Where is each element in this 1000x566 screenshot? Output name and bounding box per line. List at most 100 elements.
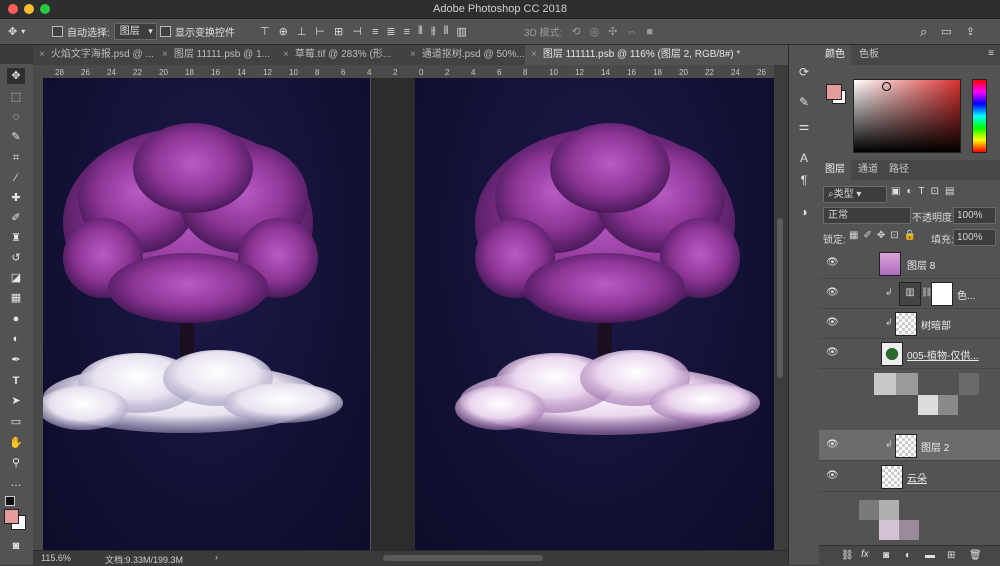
visibility-eye-icon[interactable]: 👁: [826, 317, 839, 328]
distribute-hcenter-icon[interactable]: ⫵: [431, 25, 436, 38]
3d-scale-icon[interactable]: ■: [646, 26, 653, 38]
3d-roll-icon[interactable]: ◎: [590, 25, 600, 38]
3d-pan-icon[interactable]: ✣: [608, 25, 617, 38]
3d-slide-icon[interactable]: ⇔: [626, 26, 637, 38]
paragraph-panel-icon[interactable]: ¶: [796, 173, 812, 189]
scrollbar-thumb[interactable]: [777, 218, 783, 378]
opacity-input[interactable]: 100%: [953, 207, 996, 224]
auto-align-icon[interactable]: ▥: [456, 25, 466, 38]
align-bottom-icon[interactable]: ⊥: [297, 25, 307, 38]
tab-layers[interactable]: 图层: [819, 160, 851, 180]
3d-rotate-icon[interactable]: ⟲: [571, 25, 580, 38]
tab-doc-active[interactable]: × 图层 111111.psb @ 116% (图层 2, RGB/8#) *: [525, 45, 794, 65]
tab-doc-4[interactable]: × 通道抠树.psd @ 50%...: [404, 45, 531, 65]
status-menu-icon[interactable]: ›: [215, 552, 218, 562]
delete-layer-icon[interactable]: 🗑: [969, 550, 982, 561]
distribute-bottom-icon[interactable]: ≡: [404, 26, 410, 38]
close-tab-icon[interactable]: ×: [410, 49, 416, 60]
path-select-tool-icon[interactable]: ➤: [7, 393, 25, 409]
move-tool-icon[interactable]: ✥: [7, 68, 25, 84]
search-icon[interactable]: ⌕: [920, 24, 927, 40]
blend-mode-dropdown[interactable]: 正常: [823, 207, 911, 224]
auto-select-option[interactable]: 自动选择: 图层: [52, 19, 157, 44]
share-icon[interactable]: ⇪: [966, 25, 975, 38]
crop-tool-icon[interactable]: ⌗: [7, 150, 25, 166]
layer-filter-icons[interactable]: ▣◐T⊡▤: [891, 186, 960, 197]
canvas-area[interactable]: [43, 78, 774, 550]
layer-row[interactable]: 👁 图层 8: [819, 248, 1000, 279]
quick-select-tool-icon[interactable]: ✎: [7, 129, 25, 145]
new-group-icon[interactable]: ▬: [925, 550, 935, 561]
lock-icons[interactable]: ▦✐✥⊡🔒: [849, 230, 921, 241]
quick-mask-icon[interactable]: ◙: [7, 538, 25, 554]
panel-menu-icon[interactable]: ≡: [988, 48, 994, 59]
link-layers-icon[interactable]: ⛓: [841, 550, 854, 561]
distribute-top-icon[interactable]: ≡: [372, 26, 378, 38]
tab-channels[interactable]: 通道: [852, 160, 884, 180]
distribute-right-icon[interactable]: ⫴: [444, 25, 449, 38]
distribute-vcenter-icon[interactable]: ≣: [386, 25, 395, 38]
close-tab-icon[interactable]: ×: [162, 49, 168, 60]
type-tool-icon[interactable]: T: [7, 373, 25, 389]
tab-color[interactable]: 颜色: [819, 45, 851, 65]
visibility-eye-icon[interactable]: 👁: [826, 347, 839, 358]
layer-row[interactable]: 👁 云朵: [819, 461, 1000, 492]
move-tool-preset[interactable]: ✥ ▾: [8, 19, 25, 44]
color-picker-cursor[interactable]: [882, 82, 891, 91]
more-tools-icon[interactable]: …: [7, 475, 25, 491]
eraser-tool-icon[interactable]: ◪: [7, 270, 25, 286]
history-panel-icon[interactable]: ⟳: [796, 65, 812, 81]
horizontal-scrollbar[interactable]: [383, 555, 543, 561]
healing-brush-tool-icon[interactable]: ✚: [7, 190, 25, 206]
marquee-tool-icon[interactable]: ⬚: [7, 89, 25, 105]
default-colors-icon[interactable]: [5, 496, 15, 506]
adjustments-icon[interactable]: ⚌: [796, 119, 812, 135]
new-adjustment-icon[interactable]: ◐: [905, 550, 911, 561]
hand-tool-icon[interactable]: ✋: [7, 435, 25, 451]
show-transform-option[interactable]: 显示变换控件: [160, 19, 235, 44]
zoom-tool-icon[interactable]: ⚲: [7, 455, 25, 471]
workspace-icon[interactable]: ▭: [941, 25, 951, 38]
lasso-tool-icon[interactable]: ◌: [7, 109, 25, 125]
align-vcenter-icon[interactable]: ⊕: [279, 25, 288, 38]
pen-tool-icon[interactable]: ✒: [7, 352, 25, 368]
visibility-eye-icon[interactable]: 👁: [826, 257, 839, 268]
new-layer-icon[interactable]: ⊞: [947, 550, 955, 561]
document-view-left[interactable]: [43, 78, 370, 550]
visibility-eye-icon[interactable]: 👁: [826, 439, 839, 450]
gradient-tool-icon[interactable]: ▦: [7, 290, 25, 306]
blur-tool-icon[interactable]: ●: [7, 311, 25, 327]
close-tab-icon[interactable]: ×: [531, 49, 537, 60]
color-foreground-swatch[interactable]: [826, 84, 842, 100]
visibility-eye-icon[interactable]: 👁: [826, 470, 839, 481]
tab-doc-1[interactable]: × 火焰文字海报.psd @ ...: [33, 45, 162, 65]
layer-row-selected[interactable]: 👁 ↲ 图层 2: [819, 430, 1000, 461]
auto-select-target-dropdown[interactable]: 图层: [113, 23, 157, 40]
tab-doc-3[interactable]: × 草莓.tif @ 283% (形...: [277, 45, 410, 65]
visibility-eye-icon[interactable]: 👁: [826, 287, 839, 298]
layer-row[interactable]: 👁 005-植物-仅供...: [819, 338, 1000, 369]
eyedropper-tool-icon[interactable]: ⁄: [7, 170, 25, 186]
layer-row[interactable]: 👁 ↲ 树暗部: [819, 308, 1000, 339]
character-panel-icon[interactable]: A: [796, 151, 812, 167]
align-right-icon[interactable]: ⊣: [352, 25, 362, 38]
add-mask-icon[interactable]: ◙: [883, 550, 889, 561]
document-view-right[interactable]: [415, 78, 774, 550]
hue-slider[interactable]: [972, 79, 987, 153]
layer-filter-dropdown[interactable]: ⌕类型 ▾: [823, 186, 887, 203]
rectangle-tool-icon[interactable]: ▭: [7, 414, 25, 430]
clone-stamp-tool-icon[interactable]: ♜: [7, 230, 25, 246]
distribute-left-icon[interactable]: ⫴: [418, 25, 423, 38]
show-transform-checkbox[interactable]: [160, 26, 171, 37]
tab-swatches[interactable]: 色板: [853, 45, 885, 65]
close-tab-icon[interactable]: ×: [283, 49, 289, 60]
dodge-tool-icon[interactable]: ◐: [7, 331, 25, 347]
close-tab-icon[interactable]: ×: [39, 49, 45, 60]
layer-row[interactable]: 👁 ↲ ▥ ⛓ 色...: [819, 278, 1000, 309]
fill-input[interactable]: 100%: [953, 229, 996, 246]
brush-tool-icon[interactable]: ✐: [7, 210, 25, 226]
align-top-icon[interactable]: ⊤: [260, 25, 270, 38]
layer-style-icon[interactable]: fx: [861, 549, 869, 560]
tab-doc-2[interactable]: × 图层 11111.psb @ 1...: [156, 45, 283, 65]
align-left-icon[interactable]: ⊢: [315, 25, 325, 38]
